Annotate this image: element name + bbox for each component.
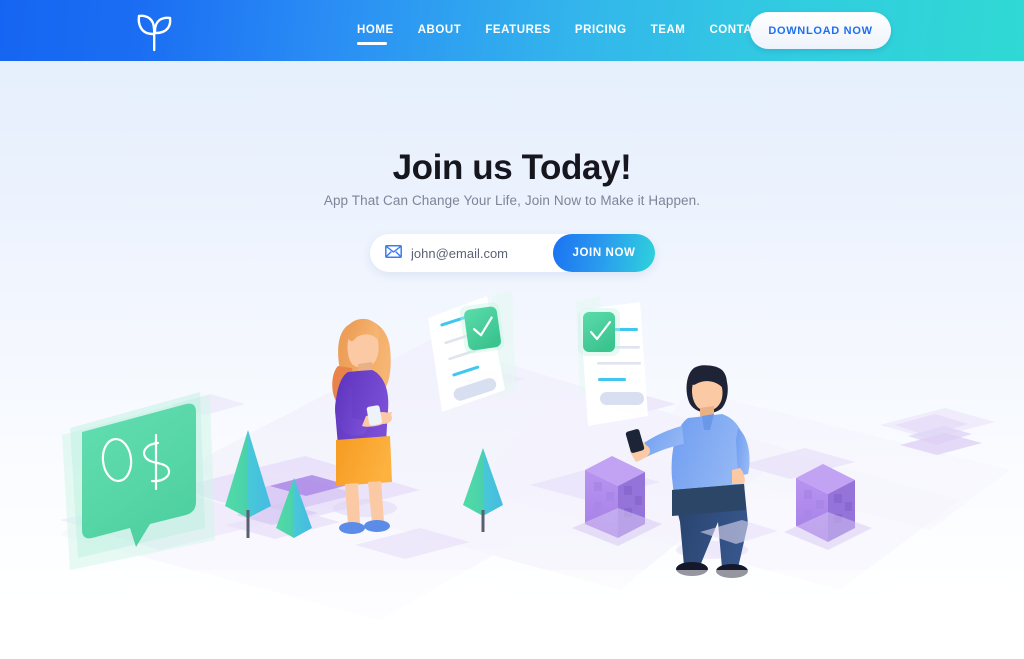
sprout-logo-icon[interactable] [129, 7, 179, 53]
document-card-left [428, 290, 516, 412]
nav-link-pricing[interactable]: PRICING [563, 0, 639, 61]
price-speech-bubble [62, 392, 215, 570]
page-title: Join us Today! [392, 148, 632, 187]
main-navigation: HOME ABOUT FEATURES PRICING TEAM CONTACT [357, 0, 781, 61]
active-nav-underline [357, 42, 387, 45]
signup-form: JOIN NOW [370, 234, 655, 272]
nav-link-home[interactable]: HOME [357, 0, 406, 61]
nav-link-features[interactable]: FEATURES [473, 0, 563, 61]
nav-link-features-label: FEATURES [485, 24, 551, 36]
join-now-button[interactable]: JOIN NOW [553, 234, 655, 272]
page-subtitle: App That Can Change Your Life, Join Now … [323, 193, 701, 208]
nav-link-team[interactable]: TEAM [639, 0, 698, 61]
hero-illustration [0, 270, 1024, 659]
landing-page: HOME ABOUT FEATURES PRICING TEAM CONTACT… [0, 0, 1024, 659]
nav-link-pricing-label: PRICING [574, 24, 627, 36]
document-card-right [576, 296, 648, 426]
nav-link-team-label: TEAM [650, 24, 686, 36]
nav-link-about[interactable]: ABOUT [406, 0, 474, 61]
envelope-icon [385, 245, 402, 258]
download-now-button[interactable]: DOWNLOAD NOW [750, 12, 891, 49]
navbar: HOME ABOUT FEATURES PRICING TEAM CONTACT… [0, 0, 1024, 61]
nav-link-about-label: ABOUT [417, 24, 462, 36]
nav-link-home-label: HOME [357, 24, 394, 36]
